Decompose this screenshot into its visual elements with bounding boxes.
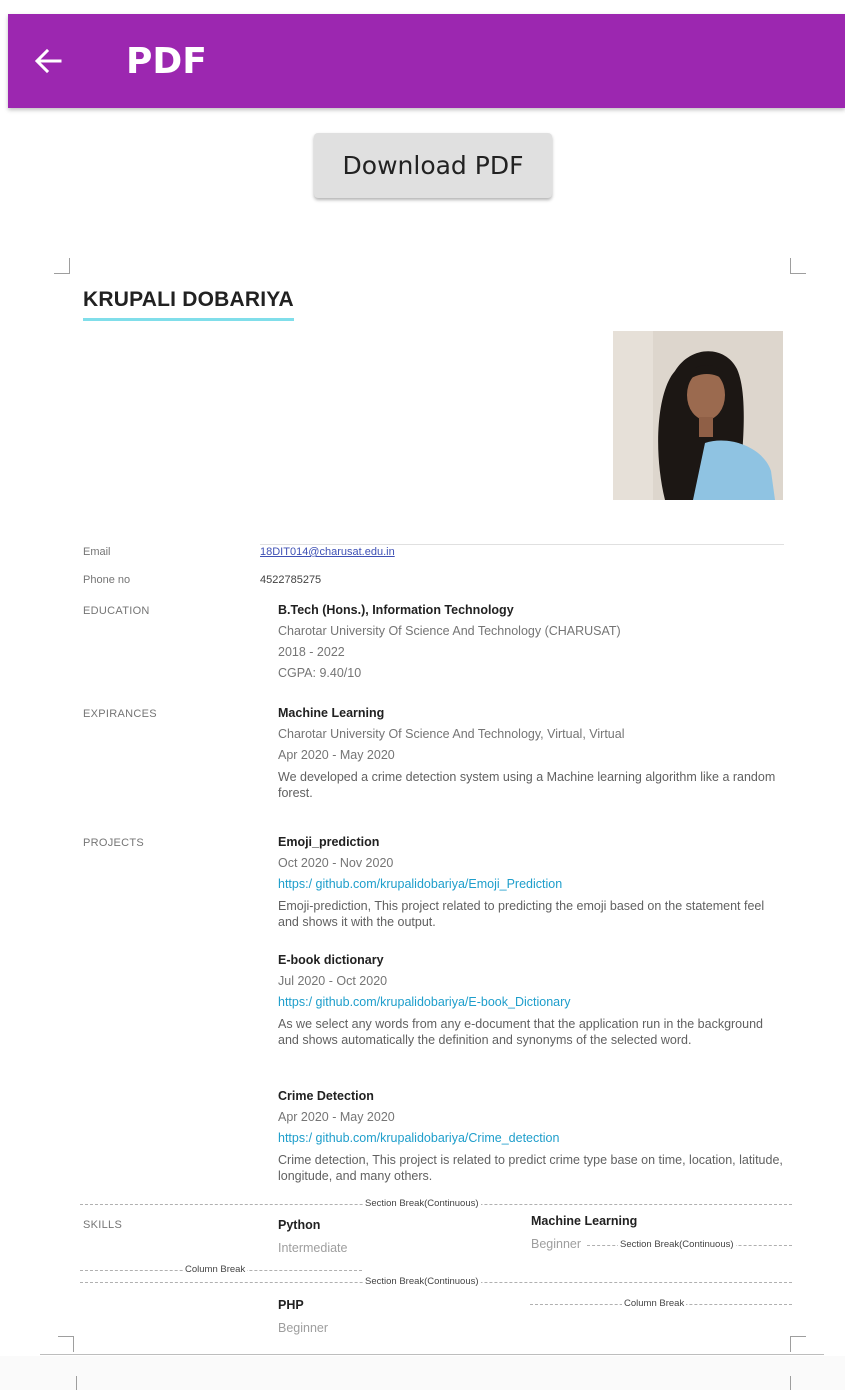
- section-break-marker: Section Break(Continuous): [618, 1239, 736, 1251]
- download-pdf-button[interactable]: Download PDF: [314, 133, 552, 198]
- projects-label: PROJECTS: [83, 837, 145, 849]
- project-description: As we select any words from any e-docume…: [278, 1017, 763, 1047]
- app-bar: PDF: [8, 14, 845, 108]
- column-break-marker: Column Break: [183, 1264, 248, 1276]
- page-corner-mark: [790, 1376, 791, 1390]
- resume-name: KRUPALI DOBARIYA: [83, 288, 294, 321]
- phone-value: 4522785275: [260, 574, 322, 586]
- skills-label: SKILLS: [83, 1219, 123, 1231]
- page-corner-mark: [54, 258, 70, 274]
- project-entry: E-book dictionary Jul 2020 - Oct 2020 ht…: [278, 950, 784, 1048]
- section-break-marker: Section Break(Continuous): [363, 1198, 481, 1210]
- page-corner-mark: [76, 1376, 77, 1390]
- email-link[interactable]: 18DIT014@charusat.edu.in: [260, 546, 395, 558]
- project-dates: Apr 2020 - May 2020: [278, 1110, 395, 1124]
- education-entry: B.Tech (Hons.), Information Technology C…: [278, 600, 784, 684]
- next-page-area: [0, 1356, 845, 1390]
- email-label: Email: [83, 546, 111, 558]
- experience-entry: Machine Learning Charotar University Of …: [278, 703, 784, 801]
- education-label: EDUCATION: [83, 605, 150, 617]
- project-link[interactable]: https:/ github.com/krupalidobariya/Emoji…: [278, 874, 784, 895]
- project-title: Emoji_prediction: [278, 835, 380, 849]
- arrow-left-icon: [34, 48, 62, 74]
- header-divider: [260, 544, 784, 545]
- project-link[interactable]: https:/ github.com/krupalidobariya/Crime…: [278, 1128, 784, 1149]
- experience-description: We developed a crime detection system us…: [278, 770, 776, 800]
- phone-label: Phone no: [83, 574, 131, 586]
- skill-level: Beginner: [531, 1237, 585, 1251]
- page-corner-mark: [790, 258, 806, 274]
- skill-level: Beginner: [278, 1321, 329, 1335]
- project-dates: Jul 2020 - Oct 2020: [278, 974, 388, 988]
- project-description: Emoji-prediction, This project related t…: [278, 899, 765, 929]
- experience-dates: Apr 2020 - May 2020: [278, 748, 395, 762]
- project-title: E-book dictionary: [278, 953, 384, 967]
- project-link[interactable]: https:/ github.com/krupalidobariya/E-boo…: [278, 992, 784, 1013]
- page-corner-mark: [790, 1336, 806, 1352]
- school-name: Charotar University Of Science And Techn…: [278, 624, 621, 638]
- project-title: Crime Detection: [278, 1089, 374, 1103]
- experience-label: EXPIRANCES: [83, 708, 157, 720]
- education-years: 2018 - 2022: [278, 645, 345, 659]
- project-entry: Emoji_prediction Oct 2020 - Nov 2020 htt…: [278, 832, 784, 930]
- degree-title: B.Tech (Hons.), Information Technology: [278, 603, 514, 617]
- skill-name: Python: [278, 1218, 321, 1232]
- project-entry: Crime Detection Apr 2020 - May 2020 http…: [278, 1086, 784, 1184]
- section-break-marker: Section Break(Continuous): [363, 1276, 481, 1288]
- experience-title: Machine Learning: [278, 706, 385, 720]
- page-title: PDF: [126, 40, 207, 82]
- skill-name: PHP: [278, 1298, 304, 1312]
- back-button[interactable]: [8, 14, 88, 108]
- skill-level: Intermediate: [278, 1241, 348, 1255]
- skill-name: Machine Learning: [531, 1214, 638, 1228]
- profile-photo: [613, 331, 783, 500]
- education-cgpa: CGPA: 9.40/10: [278, 666, 362, 680]
- project-description: Crime detection, This project is related…: [278, 1153, 783, 1183]
- column-break-marker: Column Break: [622, 1298, 687, 1310]
- project-dates: Oct 2020 - Nov 2020: [278, 856, 394, 870]
- page-corner-mark: [58, 1336, 74, 1352]
- experience-org: Charotar University Of Science And Techn…: [278, 727, 625, 741]
